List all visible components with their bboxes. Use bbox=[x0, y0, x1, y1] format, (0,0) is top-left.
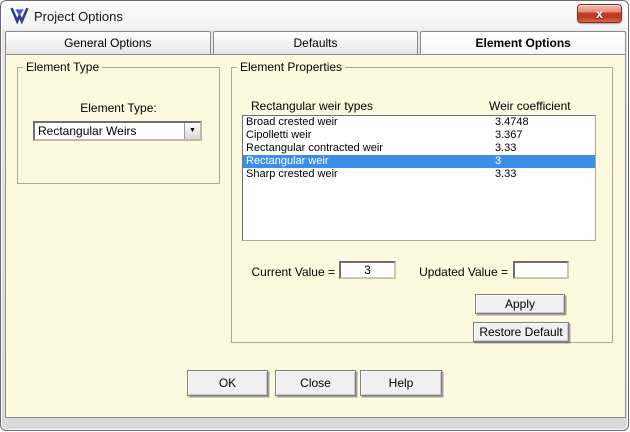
element-options-panel: Element Type Element Type: Rectangular W… bbox=[5, 54, 626, 418]
window-title: Project Options bbox=[34, 9, 123, 24]
tab-element-options[interactable]: Element Options bbox=[420, 31, 626, 55]
weir-row-cipolletti-weir[interactable]: Cipolletti weir 3.367 bbox=[243, 129, 595, 142]
element-type-dropdown[interactable]: Rectangular Weirs ▼ bbox=[33, 121, 202, 141]
chevron-down-icon[interactable]: ▼ bbox=[184, 123, 200, 139]
current-value-label: Current Value = bbox=[238, 265, 335, 279]
element-properties-group: Element Properties Rectangular weir type… bbox=[231, 60, 613, 343]
app-logo-icon bbox=[10, 6, 29, 25]
updated-value-input[interactable] bbox=[513, 261, 569, 279]
updated-value-label: Updated Value = bbox=[398, 265, 508, 279]
weir-row-sharp-crested-weir[interactable]: Sharp crested weir 3.33 bbox=[243, 168, 595, 181]
weir-name: Rectangular contracted weir bbox=[246, 142, 383, 155]
tab-general-options[interactable]: General Options bbox=[5, 31, 211, 55]
current-value-input[interactable] bbox=[339, 261, 396, 279]
weir-name: Sharp crested weir bbox=[246, 168, 338, 181]
help-button[interactable]: Help bbox=[360, 370, 442, 396]
weir-row-rectangular-weir[interactable]: Rectangular weir 3 bbox=[243, 155, 595, 168]
weir-coefficient: 3.4748 bbox=[495, 116, 529, 129]
weir-coefficient: 3.33 bbox=[495, 168, 516, 181]
weir-name: Cipolletti weir bbox=[246, 129, 311, 142]
titlebar[interactable]: Project Options x bbox=[1, 1, 628, 31]
element-type-dropdown-value: Rectangular Weirs bbox=[38, 124, 136, 138]
close-button[interactable]: x bbox=[577, 4, 622, 23]
ok-button[interactable]: OK bbox=[187, 370, 268, 396]
weir-coefficient: 3.33 bbox=[495, 142, 516, 155]
element-type-field-label: Element Type: bbox=[18, 101, 219, 115]
apply-button[interactable]: Apply bbox=[475, 294, 565, 314]
element-type-group-title: Element Type bbox=[23, 60, 102, 74]
close-icon: x bbox=[578, 6, 621, 22]
restore-default-button[interactable]: Restore Default bbox=[473, 322, 569, 342]
weir-coefficient: 3.367 bbox=[495, 129, 523, 142]
tab-strip: General OptionsDefaultsElement Options bbox=[5, 31, 626, 55]
column-header-weir-coefficient: Weir coefficient bbox=[489, 99, 571, 113]
element-type-group: Element Type Element Type: Rectangular W… bbox=[17, 60, 220, 184]
weir-name: Broad crested weir bbox=[246, 116, 338, 129]
weir-coefficient: 3 bbox=[495, 155, 501, 168]
element-properties-group-title: Element Properties bbox=[237, 60, 345, 74]
column-header-weir-types: Rectangular weir types bbox=[251, 99, 373, 113]
close-footer-button[interactable]: Close bbox=[275, 370, 356, 396]
weir-types-listbox[interactable]: Broad crested weir 3.4748 Cipolletti weir 3… bbox=[242, 115, 596, 241]
project-options-dialog: Project Options x General OptionsDefault… bbox=[0, 0, 629, 431]
weir-row-broad-crested-weir[interactable]: Broad crested weir 3.4748 bbox=[243, 116, 595, 129]
weir-name: Rectangular weir bbox=[246, 155, 329, 168]
weir-row-rectangular-contracted-weir[interactable]: Rectangular contracted weir 3.33 bbox=[243, 142, 595, 155]
tab-defaults[interactable]: Defaults bbox=[213, 31, 419, 55]
